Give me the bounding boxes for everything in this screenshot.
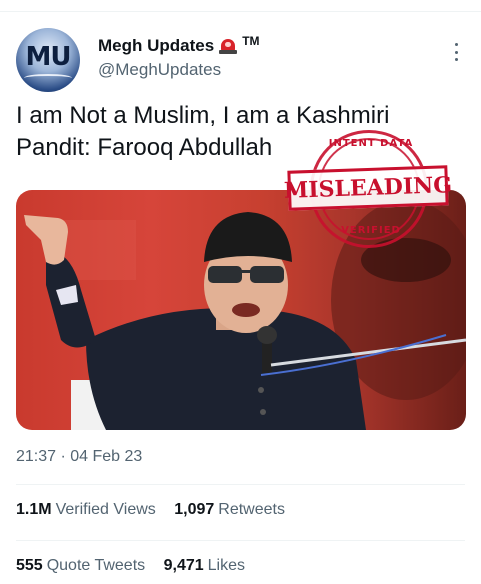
likes-count: 9,471 xyxy=(163,557,204,574)
display-name-text: Megh Updates xyxy=(98,36,215,55)
views-label: Verified Views xyxy=(55,501,156,518)
likes-stat[interactable]: 9,471 Likes xyxy=(164,557,245,575)
quote-tweets-label: Quote Tweets xyxy=(46,557,146,574)
retweets-label: Retweets xyxy=(218,501,285,518)
stats-divider-top xyxy=(16,484,465,485)
top-divider xyxy=(0,0,481,12)
tweet-timestamp[interactable]: 21:37 · 04 Feb 23 xyxy=(16,448,142,466)
tweet-text: I am Not a Muslim, I am a Kashmiri Pandi… xyxy=(16,102,390,161)
retweets-stat[interactable]: 1,097 Retweets xyxy=(174,501,285,519)
photo-illustration xyxy=(24,200,466,430)
siren-icon xyxy=(218,37,238,55)
stats-row-1: 1.1M Verified Views 1,097 Retweets xyxy=(16,501,299,519)
display-name[interactable]: Megh Updates TM xyxy=(98,34,260,56)
retweets-count: 1,097 xyxy=(174,501,215,518)
views-stat[interactable]: 1.1M Verified Views xyxy=(16,501,156,519)
tweet-header: MU Megh Updates TM @MeghUpdates xyxy=(16,28,466,92)
avatar[interactable]: MU xyxy=(16,28,80,92)
quote-tweets-count: 555 xyxy=(16,557,43,574)
more-options-icon[interactable] xyxy=(446,40,466,64)
tweet-photo[interactable] xyxy=(16,190,466,430)
stats-divider-middle xyxy=(16,540,465,541)
account-handle[interactable]: @MeghUpdates xyxy=(98,60,260,80)
views-count: 1.1M xyxy=(16,501,52,518)
quote-tweets-stat[interactable]: 555 Quote Tweets xyxy=(16,557,145,575)
avatar-swoosh xyxy=(24,74,72,82)
likes-label: Likes xyxy=(207,557,245,574)
account-info: Megh Updates TM @MeghUpdates xyxy=(98,34,260,80)
avatar-logo-text: MU xyxy=(25,42,72,72)
trademark-label: TM xyxy=(242,34,260,48)
stats-row-2: 555 Quote Tweets 9,471 Likes xyxy=(16,557,259,575)
